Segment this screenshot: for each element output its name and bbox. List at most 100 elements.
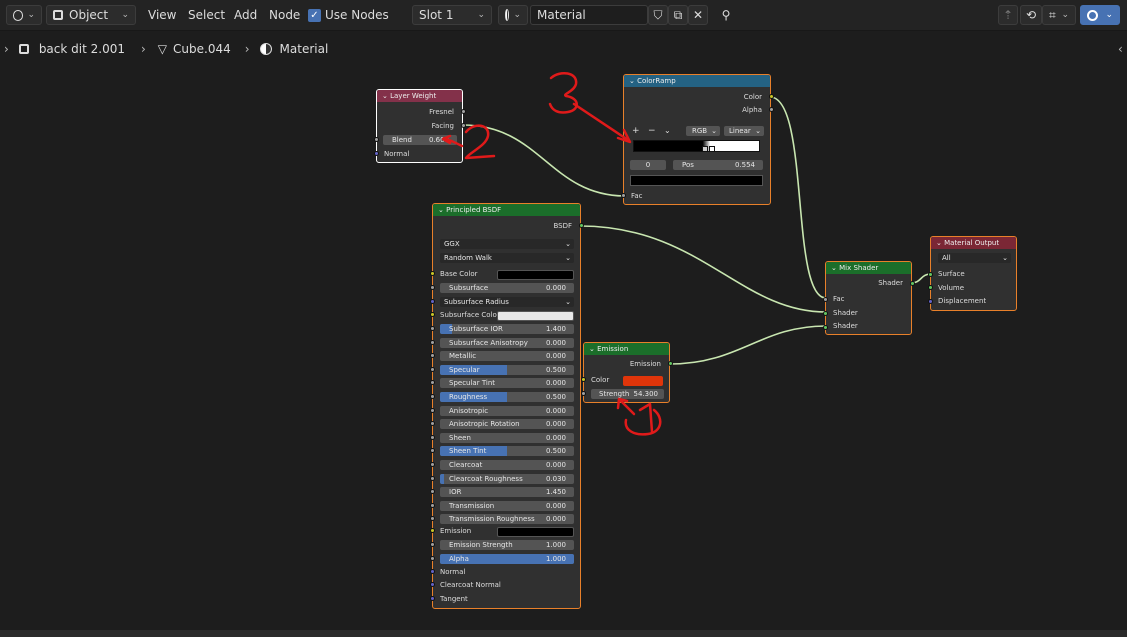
input-socket[interactable] [430, 502, 435, 508]
slot-dropdown[interactable]: Slot 1 ⌄ [412, 5, 492, 25]
slider-alpha[interactable]: Alpha 1.000 [440, 553, 574, 564]
interpolation-dropdown[interactable]: Linear ⌄ [724, 126, 764, 136]
blend-socket[interactable] [374, 137, 379, 142]
strength-socket[interactable] [581, 391, 586, 396]
color-stop-marker[interactable] [702, 146, 708, 152]
emission-header[interactable]: ⌄ Emission [584, 343, 669, 355]
input-socket[interactable] [430, 326, 435, 331]
shader-socket-1[interactable] [823, 311, 828, 316]
slider-transmission[interactable]: Transmission 0.000 [440, 500, 574, 511]
slider-subsurface[interactable]: Subsurface 0.000 [440, 283, 574, 293]
input-socket[interactable] [430, 462, 435, 467]
color-socket[interactable] [769, 94, 774, 99]
collapse-chevron-icon[interactable]: ⌄ [438, 206, 444, 214]
strength-field[interactable]: Strength 54.300 [591, 389, 664, 399]
emission-color-swatch[interactable] [497, 527, 574, 537]
base-color-swatch[interactable] [497, 270, 574, 280]
colorramp-node[interactable]: ⌄ ColorRamp Color Alpha + − ⌄ RGB ⌄ Line… [621, 74, 774, 205]
subsurface-color-swatch[interactable] [497, 311, 574, 321]
surface-socket[interactable] [928, 272, 933, 277]
chevron-left-icon[interactable]: ‹ [1118, 42, 1123, 56]
fresnel-socket[interactable] [461, 109, 466, 114]
input-socket[interactable] [430, 339, 435, 345]
input-socket[interactable] [430, 407, 435, 413]
input-socket[interactable] [430, 285, 435, 290]
slider-transmission-roughness[interactable]: Transmission Roughness 0.000 [440, 514, 574, 525]
distribution-dropdown[interactable]: GGX ⌄ [440, 239, 574, 249]
input-socket[interactable] [430, 434, 435, 440]
subsurface-radius-socket[interactable] [430, 299, 435, 304]
displacement-socket[interactable] [928, 299, 933, 304]
stop-color-swatch[interactable] [630, 175, 763, 186]
menu-select[interactable]: Select [184, 5, 229, 25]
input-socket[interactable] [430, 366, 435, 372]
input-socket[interactable] [430, 542, 435, 547]
editor-type-selector[interactable]: ⌄ [6, 5, 42, 25]
color-mode-dropdown[interactable]: RGB ⌄ [686, 126, 720, 136]
colorramp-header[interactable]: ⌄ ColorRamp [624, 75, 770, 87]
collapse-chevron-icon[interactable]: ⌄ [831, 264, 837, 272]
collapse-chevron-icon[interactable]: ⌄ [382, 92, 388, 100]
input-socket[interactable] [430, 555, 435, 561]
input-socket[interactable] [430, 516, 435, 522]
fac-socket[interactable] [621, 193, 626, 198]
input-socket[interactable] [430, 353, 435, 359]
slider-clearcoat-roughness[interactable]: Clearcoat Roughness 0.030 [440, 473, 574, 484]
slider-anisotropic[interactable]: Anisotropic 0.000 [440, 405, 574, 416]
remove-stop-button[interactable]: − [648, 125, 658, 137]
collapse-chevron-icon[interactable]: ⌄ [936, 239, 942, 247]
collapse-chevron-icon[interactable]: ⌄ [589, 345, 595, 353]
volume-socket[interactable] [928, 285, 933, 290]
material-output-node[interactable]: ⌄ Material Output All ⌄ Surface Volume D… [928, 236, 1017, 311]
tangent-socket[interactable] [430, 596, 435, 601]
shader-out-socket[interactable] [910, 281, 915, 286]
slider-subsurface-ior[interactable]: Subsurface IOR 1.400 [440, 324, 574, 334]
input-socket[interactable] [430, 394, 435, 399]
normal-socket[interactable] [374, 151, 379, 156]
position-field[interactable]: Pos 0.554 [673, 160, 763, 170]
checkbox-checked-icon[interactable]: ✓ [308, 8, 321, 22]
shader-socket-2[interactable] [823, 325, 828, 330]
clearcoat-normal-socket[interactable] [430, 582, 435, 587]
principled-bsdf-node[interactable]: ⌄ Principled BSDF BSDF GGX ⌄ Random Walk… [430, 203, 584, 609]
input-socket[interactable] [430, 448, 435, 454]
normal-socket[interactable] [430, 569, 435, 574]
input-socket[interactable] [430, 380, 435, 386]
pin-icon[interactable]: ⚲ [716, 5, 736, 25]
blend-field[interactable]: Blend 0.600 [383, 135, 457, 145]
layer-weight-node[interactable]: ⌄ Layer Weight Fresnel Facing Blend 0.60… [374, 89, 466, 163]
slider-ior[interactable]: IOR 1.450 [440, 487, 574, 498]
menu-view[interactable]: View [144, 5, 180, 25]
overlay-toggle[interactable]: ⌄ [1080, 5, 1120, 25]
snap-icon[interactable]: ⟲ [1020, 5, 1042, 25]
slider-clearcoat[interactable]: Clearcoat 0.000 [440, 460, 574, 470]
color-socket[interactable] [581, 377, 586, 382]
color-stop-marker-active[interactable] [709, 146, 715, 152]
menu-add[interactable]: Add [230, 5, 261, 25]
add-stop-button[interactable]: + [632, 125, 642, 137]
slider-roughness[interactable]: Roughness 0.500 [440, 392, 574, 402]
active-stop-index-field[interactable]: 0 [630, 160, 666, 170]
emission-out-socket[interactable] [668, 361, 673, 366]
material-output-header[interactable]: ⌄ Material Output [931, 237, 1016, 249]
slider-sheen-tint[interactable]: Sheen Tint 0.500 [440, 446, 574, 457]
layer-weight-header[interactable]: ⌄ Layer Weight [377, 90, 462, 102]
slider-sheen[interactable]: Sheen 0.000 [440, 432, 574, 443]
ramp-menu-chevron-icon[interactable]: ⌄ [664, 125, 674, 137]
slider-subsurface-anisotropy[interactable]: Subsurface Anisotropy 0.000 [440, 337, 574, 348]
emission-node[interactable]: ⌄ Emission Emission Color Strength 54.30… [581, 342, 673, 403]
facing-socket[interactable] [461, 123, 466, 128]
material-name-field[interactable]: Material [530, 5, 648, 25]
alpha-socket[interactable] [769, 107, 774, 112]
input-socket[interactable] [430, 475, 435, 481]
fac-socket[interactable] [823, 297, 828, 302]
subsurface-color-socket[interactable] [430, 312, 435, 317]
fake-user-shield-icon[interactable]: ⛉ [648, 5, 668, 25]
subsurface-method-dropdown[interactable]: Random Walk ⌄ [440, 253, 574, 263]
slider-anisotropic-rotation[interactable]: Anisotropic Rotation 0.000 [440, 419, 574, 430]
collapse-chevron-icon[interactable]: ⌄ [629, 77, 635, 85]
subsurface-radius-dropdown[interactable]: Subsurface Radius ⌄ [440, 297, 574, 307]
unlink-material-icon[interactable]: ✕ [688, 5, 708, 25]
emission-color-swatch[interactable] [623, 376, 663, 386]
slider-specular-tint[interactable]: Specular Tint 0.000 [440, 378, 574, 389]
